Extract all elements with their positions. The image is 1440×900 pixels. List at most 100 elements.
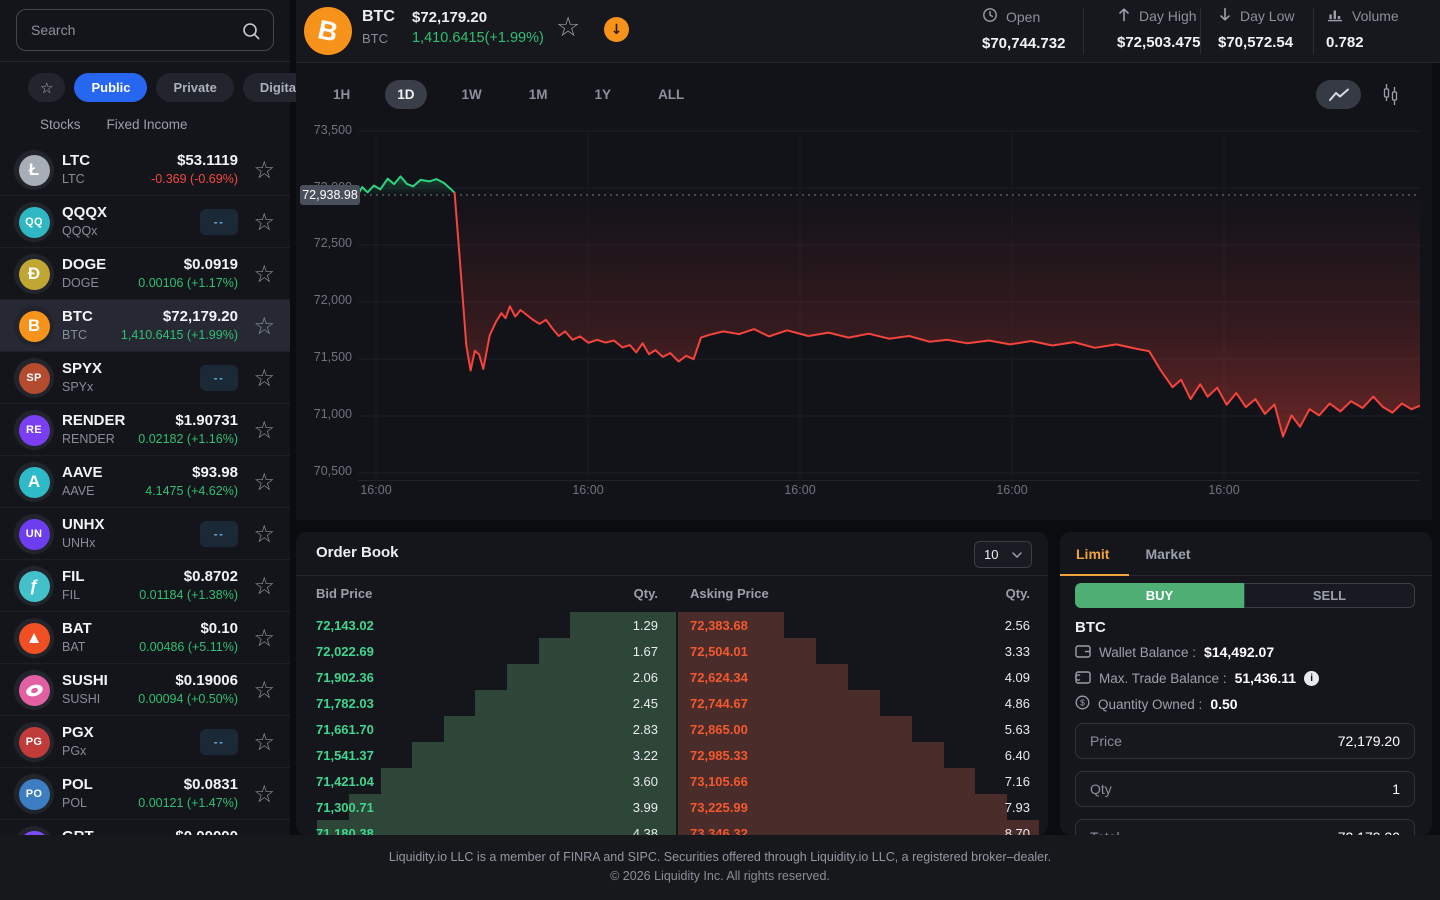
footer-disclaimer: Liquidity.io LLC is a member of FINRA an… [0,835,1440,864]
asset-row-aave[interactable]: AAAVEAAVE$93.984.1475 (+4.62%)☆ [0,456,290,508]
order-book-row[interactable]: 71,782.032.4572,744.674.86 [296,690,1048,716]
tab-market[interactable]: Market [1129,532,1210,576]
field-value: 1 [1392,781,1400,797]
range-1w[interactable]: 1W [450,80,494,109]
tab-limit[interactable]: Limit [1060,532,1129,576]
range-1h[interactable]: 1H [321,80,362,109]
favorites-filter-button[interactable]: ☆ [28,73,65,102]
sell-button[interactable]: SELL [1244,583,1415,608]
asset-row-ltc[interactable]: ŁLTCLTC$53.1119-0.369 (-0.69%)☆ [0,144,290,196]
asset-row-render[interactable]: RERENDERRENDER$1.907310.02182 (+1.16%)☆ [0,404,290,456]
asset-change: 0.01184 (+1.38%) [139,588,238,602]
asset-row-fil[interactable]: ƒFILFIL$0.87020.01184 (+1.38%)☆ [0,560,290,612]
bid-price: 72,143.02 [316,618,374,633]
asset-change: -0.369 (-0.69%) [151,172,238,186]
favorite-star-icon[interactable]: ☆ [253,520,275,548]
range-all[interactable]: ALL [646,80,696,109]
order-book-row[interactable]: 72,022.691.6772,504.013.33 [296,638,1048,664]
asset-symbol: AAVE [62,464,103,481]
unhx-coin-icon: UN [14,514,54,554]
qty-field[interactable]: Qty1 [1075,771,1415,807]
asset-row-doge[interactable]: ĐDOGEDOGE$0.09190.00106 (+1.17%)☆ [0,248,290,300]
wallet-balance-value: $14,492.07 [1204,644,1274,660]
order-book-rows: 72,143.021.2972,383.682.5672,022.691.677… [296,612,1048,835]
price-down-badge-icon[interactable]: ↓ [604,17,629,42]
price-field[interactable]: Price72,179.20 [1075,723,1415,759]
ask-price: 73,346.32 [690,826,748,835]
asset-name: RENDER [62,432,115,446]
asset-change: 0.00121 (+1.47%) [138,796,238,810]
ask-price: 72,985.33 [690,748,748,763]
asset-symbol: BAT [62,620,92,637]
total-field[interactable]: Total72,179.20 [1075,819,1415,835]
favorite-star-icon[interactable]: ☆ [253,572,275,600]
ask-qty: 3.33 [936,644,1030,659]
favorite-star-icon[interactable]: ☆ [253,260,275,288]
column-header-qty-: Qty. [936,586,1030,601]
wallet-balance-label: Wallet Balance : [1099,645,1196,660]
x-tick-label: 16:00 [566,483,610,497]
watchlist-star-icon[interactable]: ☆ [556,12,580,44]
favorite-star-icon[interactable]: ☆ [253,676,275,704]
favorite-star-icon[interactable]: ☆ [253,364,275,392]
favorite-star-icon[interactable]: ☆ [253,208,275,236]
favorite-star-icon[interactable]: ☆ [253,624,275,652]
order-book-row[interactable]: 71,421.043.6073,105.667.16 [296,768,1048,794]
asset-row-bat[interactable]: ▲BATBAT$0.100.00486 (+5.11%)☆ [0,612,290,664]
wallet-icon [1075,644,1091,661]
info-icon[interactable]: i [1304,671,1319,686]
svg-text:$: $ [1080,698,1085,708]
order-book-panel: Order Book 10 Bid PriceQty.Asking PriceQ… [296,532,1048,835]
bid-qty: 4.38 [566,826,658,835]
filter-public[interactable]: Public [74,73,147,102]
fil-coin-icon: ƒ [14,566,54,606]
price-chart[interactable] [358,120,1420,482]
favorite-star-icon[interactable]: ☆ [253,156,275,184]
range-1d[interactable]: 1D [385,80,426,109]
bid-price: 71,541.37 [316,748,374,763]
asset-row-pol[interactable]: POPOLPOL$0.08310.00121 (+1.47%)☆ [0,768,290,820]
range-1y[interactable]: 1Y [583,80,624,109]
asset-row-btc[interactable]: BBTCBTC$72,179.201,410.6415 (+1.99%)☆ [0,300,290,352]
search-input[interactable] [17,10,273,50]
bid-price: 71,180.38 [316,826,374,835]
favorite-star-icon[interactable]: ☆ [253,468,275,496]
asset-row-unhx[interactable]: UNUNHXUNHx--☆ [0,508,290,560]
asset-row-spyx[interactable]: SPSPYXSPYx--☆ [0,352,290,404]
buy-button[interactable]: BUY [1075,583,1244,608]
favorite-star-icon[interactable]: ☆ [253,728,275,756]
asset-row-qqqx[interactable]: QQQQQXQQQx--☆ [0,196,290,248]
ask-price: 73,225.99 [690,800,748,815]
order-book-row[interactable]: 71,180.384.3873,346.328.70 [296,820,1048,835]
favorite-star-icon[interactable]: ☆ [253,416,275,444]
order-book-row[interactable]: 71,541.373.2272,985.336.40 [296,742,1048,768]
favorite-star-icon[interactable]: ☆ [253,312,275,340]
arrow-up-icon [1117,7,1131,25]
column-header-qty-: Qty. [566,586,658,601]
order-book-row[interactable]: 71,300.713.9973,225.997.93 [296,794,1048,820]
asset-change: 4.1475 (+4.62%) [145,484,238,498]
bid-qty: 1.67 [566,644,658,659]
asset-row-sushi[interactable]: SUSHISUSHI$0.190060.00094 (+0.50%)☆ [0,664,290,716]
asset-price: $93.98 [192,464,238,481]
order-book-row[interactable]: 71,661.702.8372,865.005.63 [296,716,1048,742]
asset-name: FIL [62,588,80,602]
order-book-row[interactable]: 72,143.021.2972,383.682.56 [296,612,1048,638]
depth-select[interactable]: 10 [974,541,1032,568]
sidebar-tab-fixed-income[interactable]: Fixed Income [107,117,188,132]
asset-row-pgx[interactable]: PGPGXPGx--☆ [0,716,290,768]
range-1m[interactable]: 1M [517,80,560,109]
asset-symbol: BTC [62,308,93,325]
favorite-star-icon[interactable]: ☆ [253,780,275,808]
bid-qty: 2.06 [566,670,658,685]
sidebar-tab-stocks[interactable]: Stocks [40,117,81,132]
bid-price: 71,782.03 [316,696,374,711]
filter-private[interactable]: Private [156,73,233,102]
candlestick-chart-toggle[interactable] [1382,83,1399,111]
asset-symbol: SUSHI [62,672,108,689]
order-book-row[interactable]: 71,902.362.0672,624.344.09 [296,664,1048,690]
footer-copyright: © 2026 Liquidity Inc. All rights reserve… [0,864,1440,883]
line-chart-toggle[interactable] [1316,80,1361,109]
asset-name: QQQx [62,224,97,238]
asset-name: SPYx [62,380,93,394]
